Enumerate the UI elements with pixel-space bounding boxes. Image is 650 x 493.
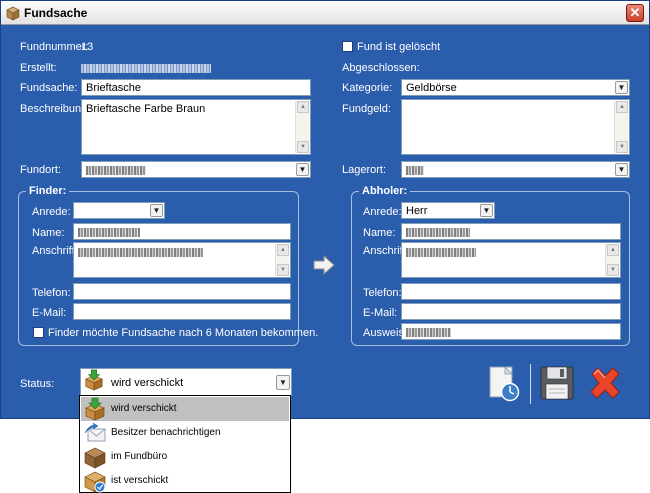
- kategorie-value: Geldbörse: [406, 82, 457, 94]
- beschreibung-scrollbar[interactable]: ▲ ▼: [295, 101, 309, 153]
- abholer-anrede-label: Anrede:: [363, 206, 402, 218]
- red-x-icon[interactable]: [586, 364, 624, 402]
- abholer-name-redacted: [406, 227, 470, 237]
- status-option-besitzer-benachrichtigen[interactable]: Besitzer benachrichtigen: [81, 421, 289, 445]
- status-option-ist-verschickt[interactable]: ist verschickt: [81, 469, 289, 493]
- scroll-down-icon[interactable]: ▼: [607, 264, 619, 276]
- fundnummer-value: 13: [81, 41, 94, 53]
- kategorie-select[interactable]: Geldbörse ▼: [401, 79, 630, 96]
- fundsache-label: Fundsache:: [20, 82, 78, 94]
- scroll-up-icon[interactable]: ▲: [277, 244, 289, 256]
- finder-title: Finder:: [26, 185, 70, 197]
- abholer-name-input[interactable]: [401, 223, 621, 240]
- finder-anschrift-textarea[interactable]: ▲ ▼: [73, 242, 291, 278]
- box-icon: [6, 6, 20, 21]
- fundsache-window: Fundsache ✕ Fundnummer: 13 Erstellt: Fun…: [0, 0, 650, 419]
- chevron-down-icon[interactable]: ▼: [296, 163, 309, 176]
- abholer-telefon-label: Telefon:: [363, 287, 402, 299]
- chevron-down-icon[interactable]: ▼: [615, 163, 628, 176]
- box-icon: [84, 447, 106, 469]
- chevron-down-icon[interactable]: ▼: [276, 375, 290, 390]
- clock-document-icon[interactable]: [485, 364, 523, 402]
- finder-6-monate-label: Finder möchte Fundsache nach 6 Monaten b…: [48, 327, 319, 339]
- close-button[interactable]: ✕: [626, 4, 644, 22]
- close-icon: ✕: [629, 5, 641, 20]
- box-arrow-icon: [85, 397, 105, 421]
- status-option-label: im Fundbüro: [111, 451, 168, 462]
- chevron-down-icon[interactable]: ▼: [615, 81, 628, 94]
- finder-anschrift-label: Anschrift:: [32, 245, 78, 257]
- status-option-label: wird verschickt: [111, 403, 177, 414]
- abholer-email-label: E-Mail:: [363, 307, 398, 319]
- finder-email-label: E-Mail:: [32, 307, 67, 319]
- fundort-label: Fundort:: [20, 164, 61, 176]
- abholer-anrede-select[interactable]: Herr ▼: [401, 202, 495, 219]
- finder-email-input[interactable]: [73, 303, 291, 320]
- arrow-right-icon[interactable]: [312, 253, 336, 277]
- fundsache-input[interactable]: Brieftasche: [81, 79, 311, 96]
- abholer-anschrift-scrollbar[interactable]: ▲ ▼: [605, 244, 619, 276]
- finder-6-monate-checkbox[interactable]: [33, 327, 44, 338]
- beschreibung-text: Brieftasche Farbe Braun: [86, 103, 206, 115]
- finder-anschrift-scrollbar[interactable]: ▲ ▼: [275, 244, 289, 276]
- status-option-label: ist verschickt: [111, 475, 169, 486]
- abholer-anschrift-textarea[interactable]: ▲ ▼: [401, 242, 621, 278]
- finder-anschrift-redacted: [78, 247, 203, 257]
- box-check-icon: [84, 471, 106, 493]
- fundgeld-scrollbar[interactable]: ▲ ▼: [614, 101, 628, 153]
- finder-anrede-select[interactable]: ▼: [73, 202, 165, 219]
- beschreibung-label: Beschreibung:: [20, 103, 91, 115]
- lagerort-select[interactable]: ▼: [401, 161, 630, 178]
- geloescht-checkbox[interactable]: [342, 41, 353, 52]
- abholer-ausweis-redacted: [406, 327, 451, 337]
- scroll-down-icon[interactable]: ▼: [277, 264, 289, 276]
- finder-name-redacted: [78, 227, 140, 237]
- scroll-up-icon[interactable]: ▲: [297, 101, 309, 113]
- lagerort-label: Lagerort:: [342, 164, 387, 176]
- floppy-disk-icon[interactable]: [538, 364, 576, 402]
- scroll-up-icon[interactable]: ▲: [616, 101, 628, 113]
- fundgeld-label: Fundgeld:: [342, 103, 391, 115]
- envelope-arrow-icon: [84, 422, 106, 442]
- erstellt-value-redacted: [81, 62, 211, 74]
- scroll-up-icon[interactable]: ▲: [607, 244, 619, 256]
- fundnummer-label: Fundnummer:: [20, 41, 89, 53]
- scroll-down-icon[interactable]: ▼: [297, 141, 309, 153]
- box-arrow-icon: [85, 369, 103, 391]
- geloescht-label: Fund ist gelöscht: [357, 41, 441, 53]
- abholer-name-label: Name:: [363, 227, 396, 239]
- finder-telefon-label: Telefon:: [32, 287, 71, 299]
- abholer-anrede-value: Herr: [406, 205, 428, 217]
- finder-telefon-input[interactable]: [73, 283, 291, 300]
- status-value: wird verschickt: [111, 377, 184, 389]
- status-dropdown-list: wird verschickt Besitzer benachrichtigen…: [79, 395, 291, 493]
- abholer-email-input[interactable]: [401, 303, 621, 320]
- status-option-wird-verschickt[interactable]: wird verschickt: [81, 397, 289, 421]
- status-option-label: Besitzer benachrichtigen: [111, 427, 221, 438]
- fundort-value-redacted: [86, 165, 146, 175]
- abholer-title: Abholer:: [359, 185, 411, 197]
- finder-anrede-label: Anrede:: [32, 206, 71, 218]
- action-separator: [530, 364, 531, 404]
- fundort-select[interactable]: ▼: [81, 161, 311, 178]
- kategorie-label: Kategorie:: [342, 82, 393, 94]
- status-select[interactable]: wird verschickt ▼: [80, 368, 292, 396]
- beschreibung-textarea[interactable]: Brieftasche Farbe Braun ▲ ▼: [81, 99, 311, 155]
- abholer-telefon-input[interactable]: [401, 283, 621, 300]
- scroll-down-icon[interactable]: ▼: [616, 141, 628, 153]
- abholer-anschrift-redacted: [406, 247, 476, 257]
- title-bar: Fundsache ✕: [1, 1, 649, 25]
- window-title: Fundsache: [24, 6, 88, 20]
- erstellt-label: Erstellt:: [20, 62, 57, 74]
- lagerort-value-redacted: [406, 165, 424, 175]
- abholer-ausweis-input[interactable]: [401, 323, 621, 340]
- fundgeld-textarea[interactable]: ▲ ▼: [401, 99, 630, 155]
- status-label: Status:: [20, 378, 55, 390]
- abgeschlossen-label: Abgeschlossen:: [342, 62, 420, 74]
- chevron-down-icon[interactable]: ▼: [480, 204, 493, 217]
- status-option-im-fundbuero[interactable]: im Fundbüro: [81, 445, 289, 469]
- chevron-down-icon[interactable]: ▼: [150, 204, 163, 217]
- finder-name-label: Name:: [32, 227, 65, 239]
- finder-name-input[interactable]: [73, 223, 291, 240]
